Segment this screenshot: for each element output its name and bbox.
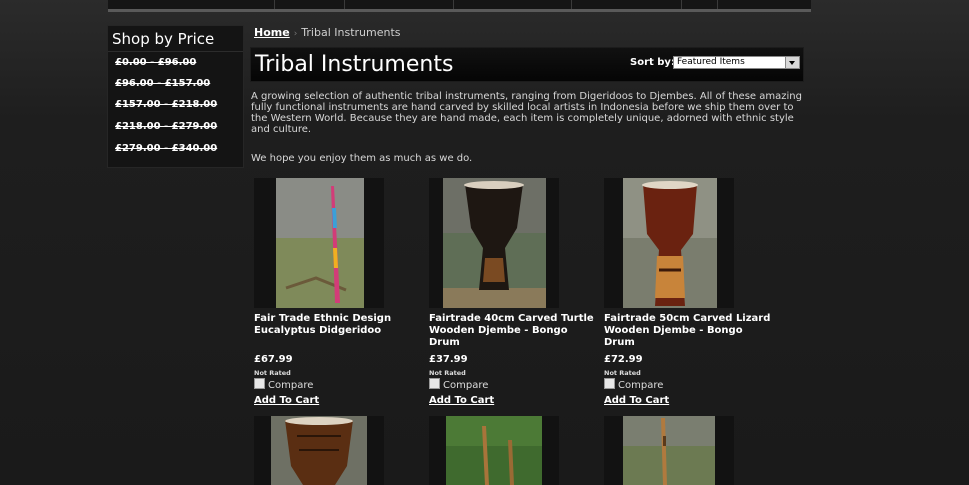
product-name-link[interactable]: Fair Trade Ethnic Design Eucalyptus Didg… [254, 313, 424, 337]
nav-divider [344, 0, 345, 9]
add-to-cart-link[interactable]: Add To Cart [429, 395, 494, 406]
price-range-link[interactable]: £218.00 - £279.00 [115, 121, 217, 132]
breadcrumb-separator-icon: › [293, 29, 298, 39]
product-image-link[interactable] [429, 178, 559, 308]
breadcrumb: Home › Tribal Instruments [254, 26, 401, 39]
djembe-image [271, 416, 367, 485]
add-to-cart-link[interactable]: Add To Cart [604, 395, 669, 406]
breadcrumb-current: Tribal Instruments [301, 26, 401, 39]
price-range-link[interactable]: £96.00 - £157.00 [115, 78, 210, 89]
compare-label: Compare [268, 380, 314, 391]
product-image-link[interactable] [604, 178, 734, 308]
page-title: Tribal Instruments [255, 52, 454, 77]
product-image-link[interactable] [604, 416, 734, 485]
product-name-link[interactable]: Fairtrade 40cm Carved Turtle Wooden Djem… [429, 313, 599, 349]
nav-divider [274, 0, 275, 9]
compare-checkbox[interactable] [429, 378, 440, 389]
breadcrumb-home-link[interactable]: Home [254, 26, 290, 39]
chevron-down-icon[interactable] [785, 57, 799, 68]
product-image-link[interactable] [254, 178, 384, 308]
product-name-link[interactable]: Fairtrade 50cm Carved Lizard Wooden Djem… [604, 313, 774, 349]
sort-dropdown[interactable]: Featured Items [673, 56, 800, 69]
didgeridoo-image [446, 416, 542, 485]
category-description-closing: We hope you enjoy them as much as we do. [251, 153, 473, 164]
price-range-link[interactable]: £157.00 - £218.00 [115, 99, 217, 110]
sort-label: Sort by: [630, 57, 675, 68]
product-rating: Not Rated [604, 369, 641, 377]
product-image-link[interactable] [254, 416, 384, 485]
compare-checkbox-label[interactable]: Compare [604, 378, 663, 391]
djembe-image [623, 178, 717, 308]
didgeridoo-image [623, 416, 715, 485]
top-navigation-bar [108, 0, 811, 12]
compare-checkbox-label[interactable]: Compare [254, 378, 313, 391]
compare-checkbox[interactable] [604, 378, 615, 389]
price-range-link[interactable]: £279.00 - £340.00 [115, 143, 217, 154]
product-image-link[interactable] [429, 416, 559, 485]
product-rating: Not Rated [254, 369, 291, 377]
sidebar-title: Shop by Price [112, 30, 215, 48]
product-price: £67.99 [254, 354, 293, 365]
product-rating: Not Rated [429, 369, 466, 377]
compare-label: Compare [443, 380, 489, 391]
sidebar-divider [108, 51, 243, 52]
shop-by-price-panel: Shop by Price £0.00 - £96.00 £96.00 - £1… [107, 25, 244, 168]
compare-label: Compare [618, 380, 664, 391]
compare-checkbox[interactable] [254, 378, 265, 389]
djembe-image [443, 178, 546, 308]
compare-checkbox-label[interactable]: Compare [429, 378, 488, 391]
didgeridoo-image [276, 178, 364, 308]
product-price: £37.99 [429, 354, 468, 365]
nav-divider [717, 0, 718, 9]
sort-selected-value: Featured Items [677, 57, 745, 67]
category-description: A growing selection of authentic tribal … [251, 91, 802, 135]
nav-divider [453, 0, 454, 9]
product-price: £72.99 [604, 354, 643, 365]
nav-divider [681, 0, 682, 9]
nav-divider [571, 0, 572, 9]
add-to-cart-link[interactable]: Add To Cart [254, 395, 319, 406]
price-range-link[interactable]: £0.00 - £96.00 [115, 57, 196, 68]
